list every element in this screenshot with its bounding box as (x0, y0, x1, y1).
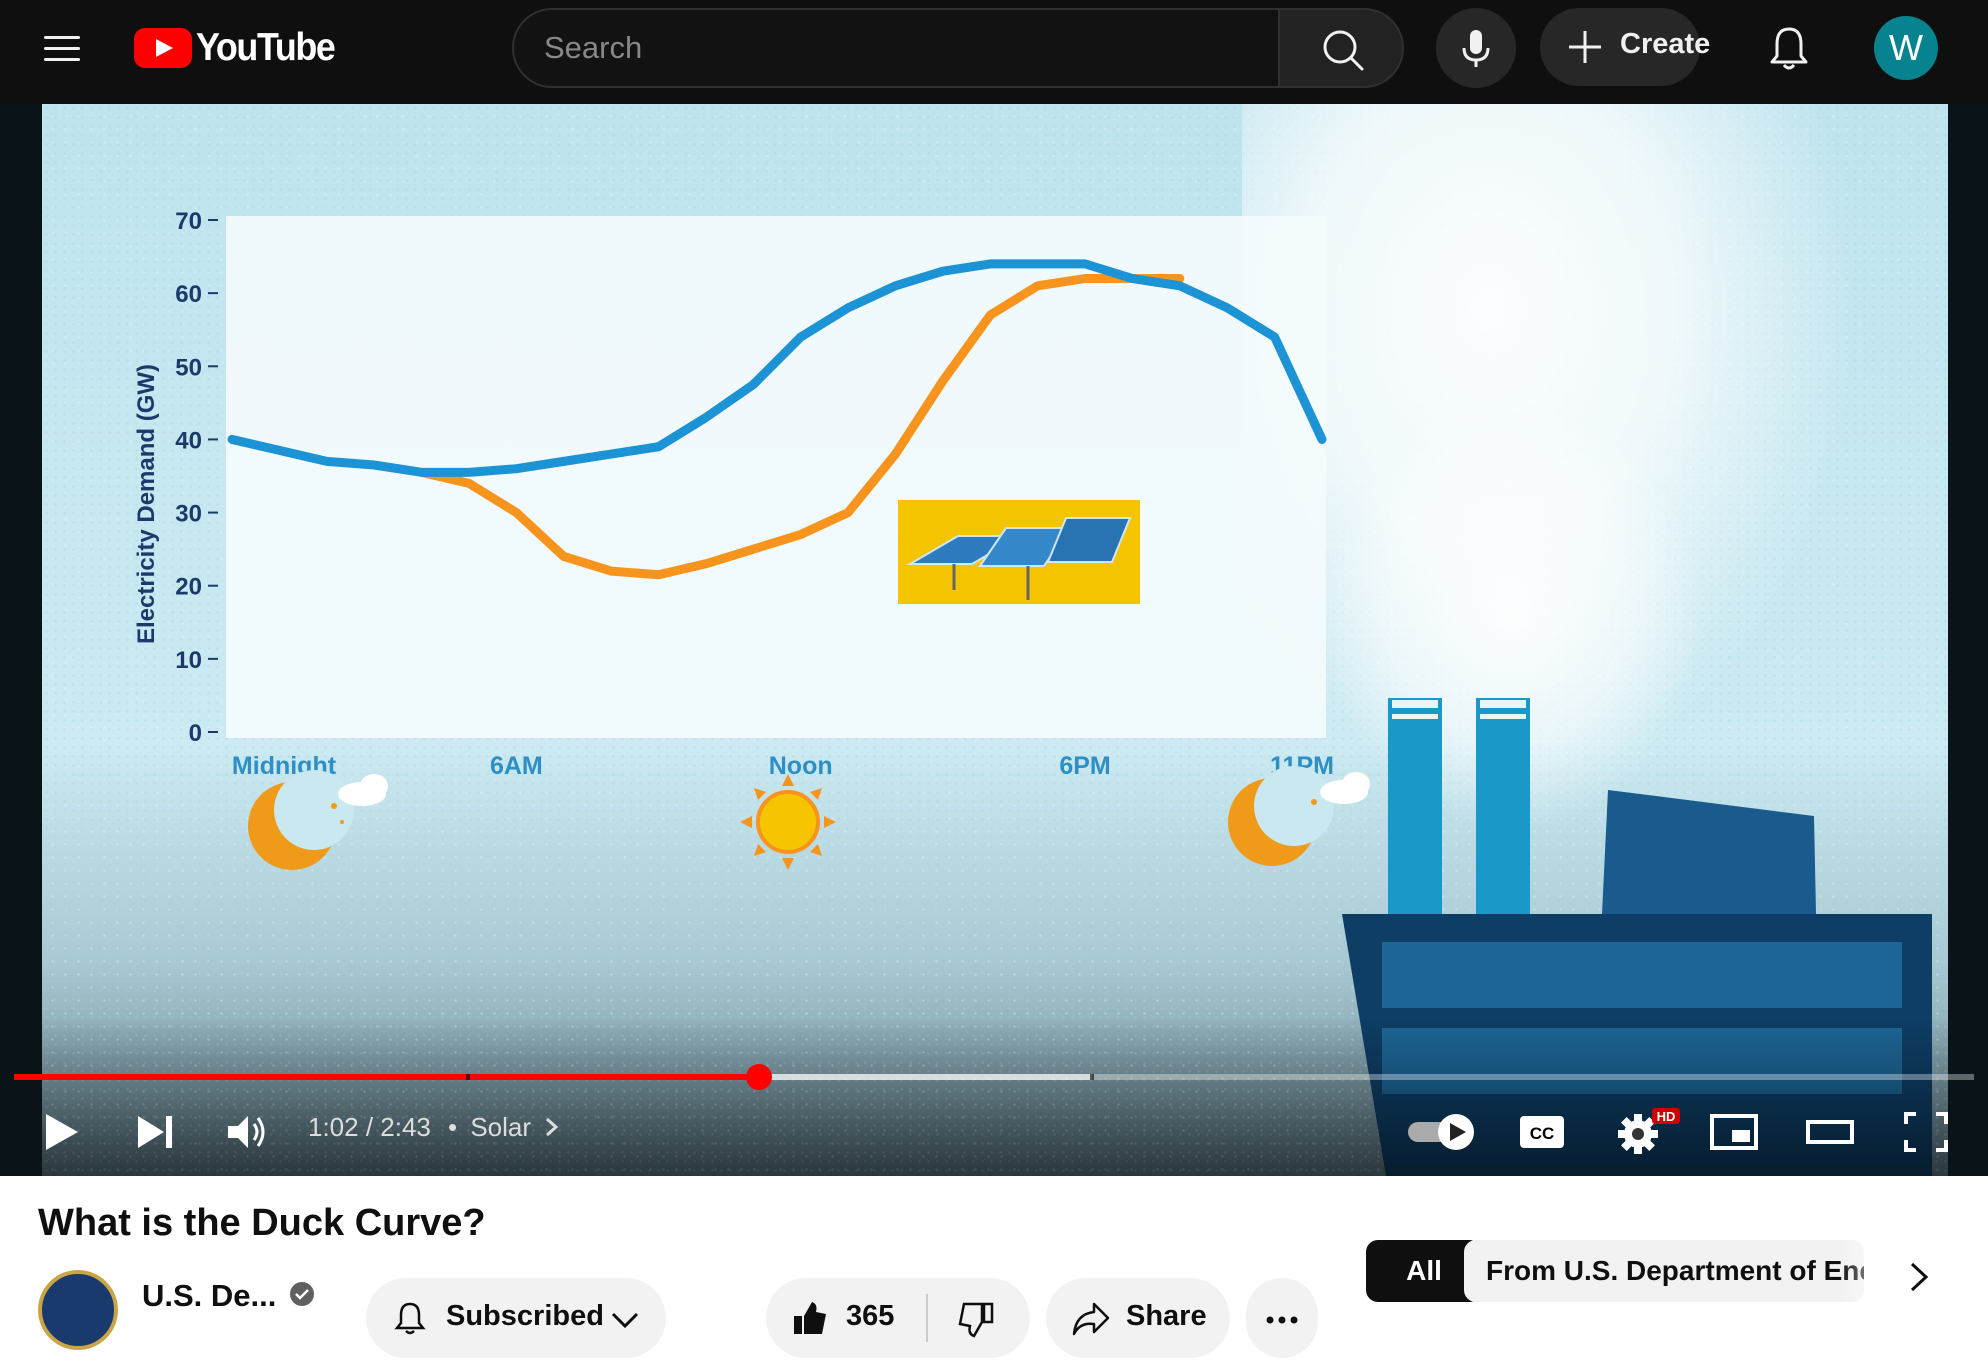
y-tick-label: 0 (189, 720, 202, 747)
volume-icon (228, 1116, 265, 1148)
autoplay-icon (1408, 1114, 1474, 1150)
channel-avatar[interactable] (38, 1270, 118, 1350)
solar-panel-icon (898, 500, 1140, 604)
x-axis-ticks: Midnight 6AM Noon 6PM 11PM (232, 752, 1334, 780)
skip-next-icon (138, 1116, 172, 1148)
sun-icon (740, 774, 836, 870)
theater-mode-button[interactable] (1802, 1104, 1858, 1160)
miniplayer-button[interactable] (1706, 1104, 1762, 1160)
next-button[interactable] (128, 1104, 184, 1160)
create-label: Create (1620, 28, 1711, 60)
subscribe-button[interactable]: Subscribed (366, 1278, 666, 1358)
chevron-down-icon (611, 1312, 639, 1329)
more-actions-button[interactable] (1246, 1278, 1318, 1358)
bell-icon (394, 1302, 426, 1335)
channel-name[interactable]: U.S. De... (142, 1278, 276, 1314)
time-current: 1:02 (308, 1112, 359, 1142)
chevron-right-icon (546, 1117, 559, 1137)
cloud-icon (338, 774, 388, 806)
x-tick-label: 6AM (490, 752, 543, 780)
y-tick-label: 50 (175, 354, 202, 381)
time-separator: / (358, 1112, 381, 1142)
moon-icon (248, 770, 354, 870)
like-dislike-group: 365 (766, 1278, 1030, 1358)
notifications-button[interactable] (1756, 16, 1822, 82)
y-tick-label: 20 (175, 574, 202, 601)
play-logo-icon (134, 28, 192, 68)
fullscreen-button[interactable] (1898, 1104, 1954, 1160)
time-total: 2:43 (380, 1112, 431, 1142)
like-button[interactable]: 365 (766, 1278, 926, 1358)
search-box (512, 8, 1278, 88)
y-tick-label: 70 (175, 208, 202, 235)
video-title: What is the Duck Curve? (38, 1202, 486, 1244)
chapter-dot: • (448, 1112, 458, 1142)
hd-badge: HD (1657, 1109, 1676, 1124)
volume-button[interactable] (220, 1104, 276, 1160)
thumbs-down-icon (958, 1302, 994, 1338)
voice-search-button[interactable] (1436, 8, 1516, 88)
captions-icon: CC (1520, 1116, 1564, 1148)
search-input[interactable] (544, 10, 1244, 86)
theater-icon (1806, 1120, 1854, 1144)
x-tick-label: 6PM (1059, 752, 1110, 780)
youtube-logo[interactable]: YouTube (134, 26, 347, 69)
search-icon (1323, 30, 1364, 71)
chapter-marker (466, 1074, 470, 1080)
share-icon (1072, 1302, 1110, 1336)
gear-icon: HD (1618, 1108, 1680, 1154)
y-tick-label: 60 (175, 281, 202, 308)
y-tick-label: 40 (175, 427, 202, 454)
cc-text: CC (1530, 1124, 1555, 1143)
microphone-icon (1462, 30, 1490, 67)
chapter-marker (1090, 1074, 1094, 1080)
y-tick-label: 10 (175, 647, 202, 674)
chips-next-button[interactable] (1890, 1248, 1948, 1306)
verified-icon (290, 1282, 314, 1306)
y-axis-ticks: 0 10 20 30 40 50 60 70 (175, 208, 218, 747)
video-player[interactable]: Electricity Demand (GW) 0 10 20 30 40 50 60 70 … (0, 104, 1988, 1176)
settings-button[interactable]: HD (1610, 1104, 1680, 1160)
progress-played (14, 1074, 759, 1080)
chevron-right-icon (1910, 1262, 1929, 1292)
subscribe-label: Subscribed (446, 1300, 604, 1332)
play-icon (46, 1114, 78, 1150)
play-button[interactable] (36, 1104, 88, 1160)
miniplayer-icon (1710, 1114, 1758, 1150)
moon-icon-right (1228, 766, 1334, 866)
logo-text: YouTube (196, 26, 336, 69)
chapter-button[interactable]: • Solar (448, 1112, 562, 1143)
thumbs-up-icon (794, 1302, 826, 1334)
like-count: 365 (846, 1300, 895, 1332)
share-label: Share (1126, 1300, 1207, 1332)
bell-icon (1770, 27, 1808, 70)
progress-bar[interactable] (14, 1064, 1974, 1090)
video-frame[interactable]: Electricity Demand (GW) 0 10 20 30 40 50 60 70 … (42, 104, 1948, 1176)
share-button[interactable]: Share (1046, 1278, 1230, 1358)
chip-from-channel[interactable]: From U.S. Department of Ener (1464, 1240, 1864, 1302)
dislike-button[interactable] (928, 1278, 1030, 1358)
fullscreen-icon (1904, 1112, 1948, 1152)
plus-icon (1569, 31, 1601, 63)
y-tick-label: 30 (175, 501, 202, 528)
create-button[interactable]: Create (1540, 8, 1710, 86)
time-display: 1:02 / 2:43 (308, 1112, 431, 1143)
menu-icon[interactable] (30, 22, 94, 74)
autoplay-toggle[interactable] (1404, 1104, 1478, 1160)
more-icon (1266, 1316, 1298, 1324)
captions-button[interactable]: CC (1514, 1104, 1570, 1160)
masthead: YouTube Create W (0, 0, 1988, 104)
account-avatar[interactable]: W (1874, 16, 1938, 80)
chapter-label: Solar (470, 1112, 532, 1142)
search-button[interactable] (1278, 8, 1404, 88)
y-axis-label: Electricity Demand (GW) (133, 364, 160, 644)
progress-scrubber[interactable] (745, 1064, 772, 1090)
chart-panel (226, 216, 1326, 738)
x-tick-label: Noon (769, 752, 833, 780)
